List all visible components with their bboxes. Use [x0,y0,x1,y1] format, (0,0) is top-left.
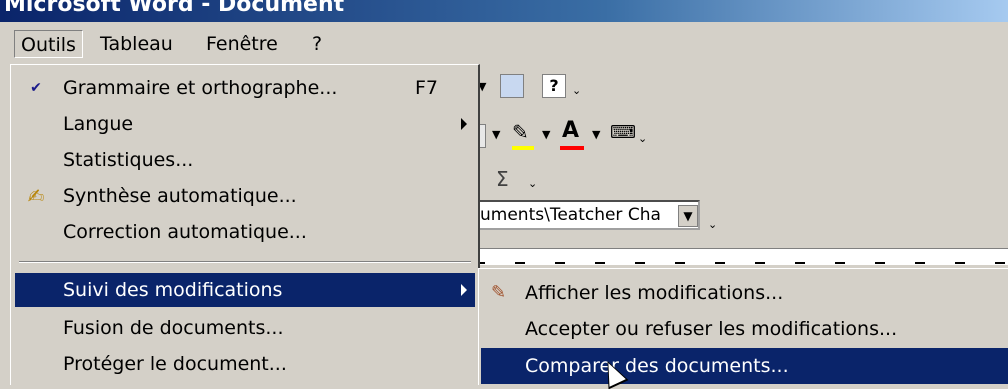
menu-item-statistiques[interactable]: Statistiques... [15,143,475,177]
menu-fenetre-label: Fenêtre [206,33,278,55]
toolbar-formatting: ▼ ✎ ▼ A ▼ ⌨ ⌄ [470,118,700,152]
menu-bar: Outils Tableau Fenêtre ? [0,22,1008,64]
font-color-bar [560,146,584,150]
submenu-item-comparer[interactable]: Comparer des documents... [481,348,1008,384]
menu-item-grammar-shortcut: F7 [415,77,439,99]
address-dropdown-icon[interactable]: ▼ [678,205,698,227]
menu-item-langue-label: Langue [63,113,134,135]
spelling-check-icon: ✔ [30,80,42,96]
toolbar-options-icon[interactable]: ⌄ [572,84,581,97]
menu-tableau-label: Tableau [100,33,173,55]
highlight-changes-icon: ✎ [491,282,507,303]
toolbar-options-2-icon[interactable]: ⌄ [638,132,647,145]
menu-help-label: ? [312,33,323,55]
track-changes-submenu: ✎ Afficher les modifications... Accepter… [478,268,1008,385]
menu-outils-label: Outils [21,34,76,56]
font-color-icon[interactable]: A [562,118,579,143]
menu-item-suivi-label: Suivi des modifications [63,279,283,301]
document-text-fragment [475,262,1008,264]
menu-item-proteger[interactable]: Protéger le document... [15,347,475,381]
menu-tableau[interactable]: Tableau [94,30,179,58]
menu-item-fusion[interactable]: Fusion de documents... [15,311,475,345]
tools-menu: ✔ Grammaire et orthographe... F7 Langue … [10,64,480,385]
left-edge [0,64,10,385]
menu-item-correction[interactable]: Correction automatique... [15,215,475,249]
address-field[interactable]: uments\Teatcher Cha [470,200,700,230]
toolbar-options-4-icon[interactable]: ⌄ [708,218,717,231]
menu-item-grammar[interactable]: ✔ Grammaire et orthographe... F7 [15,71,475,105]
address-value: uments\Teatcher Cha [480,205,661,225]
web-toolbar-icon[interactable] [500,74,524,98]
menu-item-langue[interactable]: Langue [15,107,475,141]
window-title: Microsoft Word - Document [4,0,345,17]
keyboard-icon[interactable]: ⌨ [610,122,636,143]
submenu-item-accepter-label: Accepter ou refuser les modifications... [525,318,898,340]
submenu-arrow-icon [461,284,467,296]
toolbar-standard: ▼ ? ⌄ [470,70,610,104]
menu-separator [19,261,471,263]
menu-item-synthese[interactable]: ✍ Synthèse automatique... [15,179,475,213]
submenu-item-accepter[interactable]: Accepter ou refuser les modifications... [481,311,1008,347]
help-icon[interactable]: ? [542,74,566,98]
submenu-item-afficher[interactable]: ✎ Afficher les modifications... [481,275,1008,311]
menu-item-proteger-label: Protéger le document... [63,353,287,375]
menu-item-suivi[interactable]: Suivi des modifications [15,273,475,307]
menu-item-statistiques-label: Statistiques... [63,149,194,171]
autosum-icon[interactable]: Σ [496,167,509,191]
font-color-dropdown-icon[interactable]: ▼ [592,128,600,141]
border-dropdown-icon[interactable]: ▼ [492,128,500,141]
menu-item-synthese-label: Synthèse automatique... [63,185,297,207]
menu-item-grammar-label: Grammaire et orthographe... [63,77,338,99]
toolbar-options-3-icon[interactable]: ⌄ [528,177,537,190]
highlight-icon[interactable]: ✎ [512,120,529,144]
menu-outils[interactable]: Outils [14,30,83,58]
toolbar-tables: Σ ⌄ [470,163,550,197]
submenu-item-comparer-label: Comparer des documents... [525,355,789,377]
window-title-bar: Microsoft Word - Document [0,0,1008,22]
menu-item-correction-label: Correction automatique... [63,221,307,243]
menu-fenetre[interactable]: Fenêtre [200,30,284,58]
submenu-arrow-icon [461,118,467,130]
highlight-color-bar [512,146,534,150]
submenu-item-afficher-label: Afficher les modifications... [525,282,784,304]
highlight-dropdown-icon[interactable]: ▼ [542,128,550,141]
auto-summarize-icon: ✍ [27,184,45,208]
menu-help[interactable]: ? [306,30,328,58]
menu-item-fusion-label: Fusion de documents... [63,317,284,339]
